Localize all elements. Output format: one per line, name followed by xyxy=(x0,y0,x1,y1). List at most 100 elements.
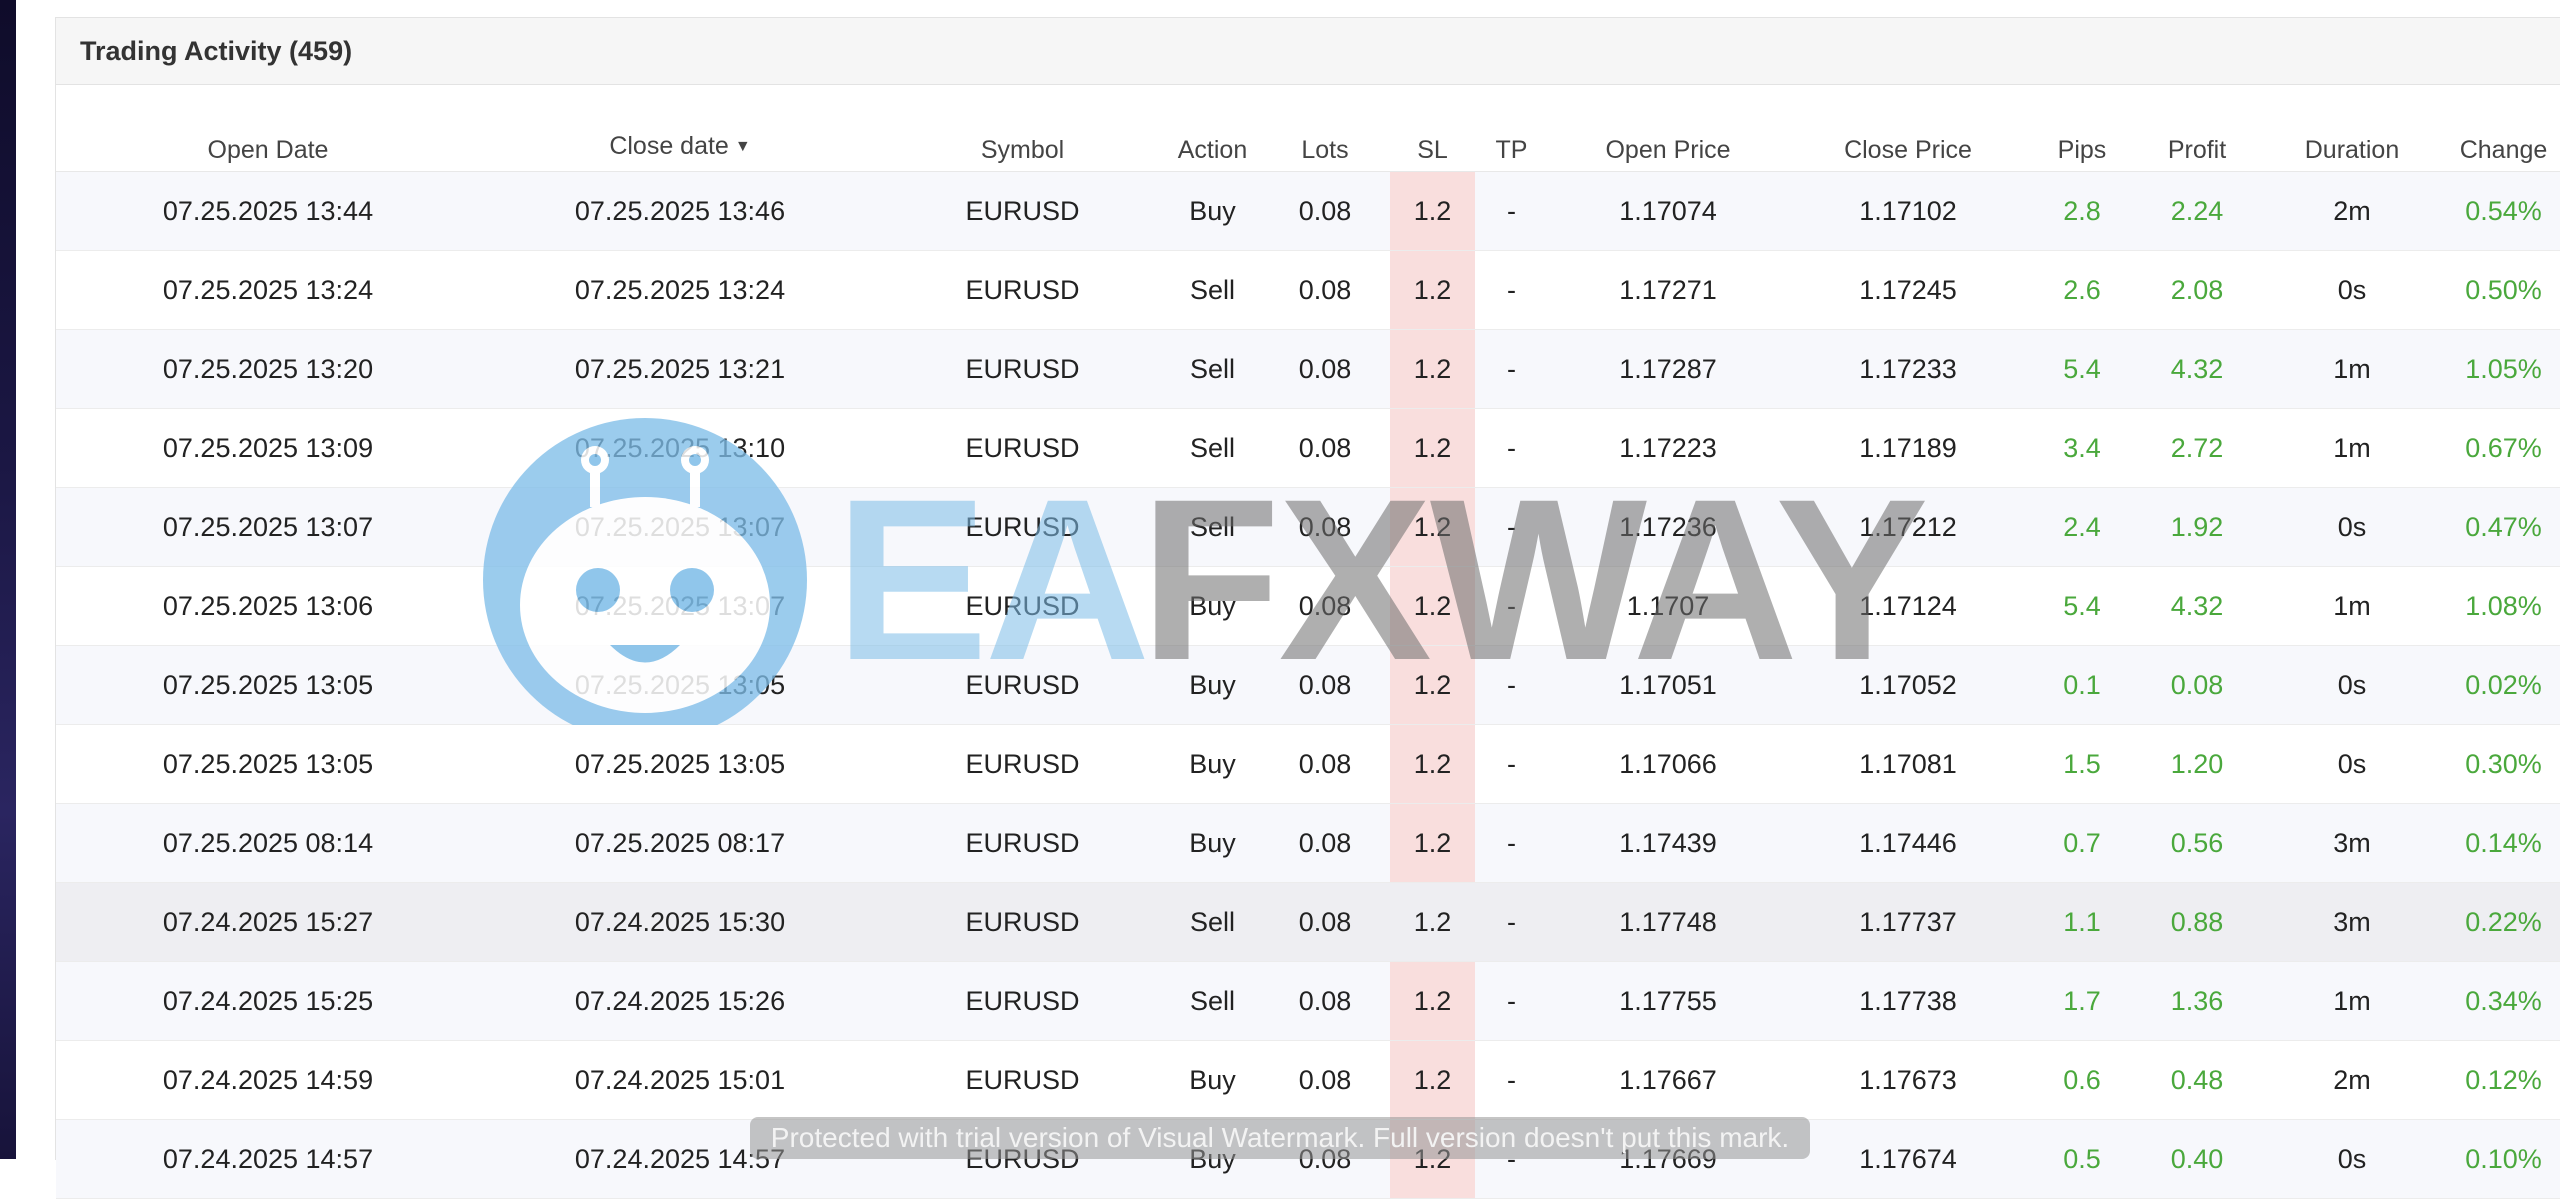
col-profit[interactable]: Profit xyxy=(2136,85,2258,172)
col-open-price[interactable]: Open Price xyxy=(1548,85,1788,172)
col-change[interactable]: Change xyxy=(2446,85,2560,172)
cell-profit: 4.32 xyxy=(2136,566,2258,646)
cell-close-date: 07.25.2025 08:17 xyxy=(480,803,880,883)
cell-duration: 2m xyxy=(2258,171,2446,251)
cell-profit: 1.92 xyxy=(2136,487,2258,567)
cell-sl: 1.2 xyxy=(1390,487,1475,567)
cell-duration: 1m xyxy=(2258,408,2446,488)
cell-close-price: 1.17738 xyxy=(1788,961,2028,1041)
cell-open-price: 1.17748 xyxy=(1548,882,1788,962)
cell-lots: 0.08 xyxy=(1260,250,1390,330)
cell-open-price: 1.17439 xyxy=(1548,803,1788,883)
cell-close-price: 1.17737 xyxy=(1788,882,2028,962)
cell-change: 0.54% xyxy=(2446,171,2560,251)
cell-pips: 0.5 xyxy=(2028,1119,2136,1199)
cell-action: Sell xyxy=(1165,882,1260,962)
cell-open-price: 1.17223 xyxy=(1548,408,1788,488)
cell-close-price: 1.17245 xyxy=(1788,250,2028,330)
cell-duration: 1m xyxy=(2258,566,2446,646)
table-row[interactable]: 07.25.2025 13:44 07.25.2025 13:46 EURUSD Bu… xyxy=(56,171,2560,251)
table-row[interactable]: 07.25.2025 13:05 07.25.2025 13:05 EURUSD Bu… xyxy=(56,724,2560,804)
cell-open-date: 07.25.2025 08:14 xyxy=(56,803,480,883)
col-pips[interactable]: Pips xyxy=(2028,85,2136,172)
cell-pips: 2.6 xyxy=(2028,250,2136,330)
cell-symbol: EURUSD xyxy=(880,803,1165,883)
cell-open-date: 07.25.2025 13:05 xyxy=(56,724,480,804)
cell-profit: 2.72 xyxy=(2136,408,2258,488)
table-row[interactable]: 07.24.2025 14:59 07.24.2025 15:01 EURUSD Bu… xyxy=(56,1040,2560,1120)
cell-tp: - xyxy=(1475,724,1548,804)
table-row[interactable]: 07.24.2025 15:25 07.24.2025 15:26 EURUSD Se… xyxy=(56,961,2560,1041)
col-sl[interactable]: SL xyxy=(1390,85,1475,172)
cell-open-date: 07.25.2025 13:05 xyxy=(56,645,480,725)
cell-symbol: EURUSD xyxy=(880,250,1165,330)
cell-change: 0.12% xyxy=(2446,1040,2560,1120)
cell-tp: - xyxy=(1475,487,1548,567)
cell-symbol: EURUSD xyxy=(880,1040,1165,1120)
cell-profit: 0.40 xyxy=(2136,1119,2258,1199)
cell-open-price: 1.1707 xyxy=(1548,566,1788,646)
col-duration[interactable]: Duration xyxy=(2258,85,2446,172)
cell-symbol: EURUSD xyxy=(880,961,1165,1041)
table-row[interactable]: 07.25.2025 13:07 07.25.2025 13:07 EURUSD Se… xyxy=(56,487,2560,567)
cell-close-date: 07.25.2025 13:21 xyxy=(480,329,880,409)
cell-action: Sell xyxy=(1165,408,1260,488)
cell-action: Buy xyxy=(1165,566,1260,646)
cell-tp: - xyxy=(1475,171,1548,251)
cell-profit: 0.48 xyxy=(2136,1040,2258,1120)
col-action[interactable]: Action xyxy=(1165,85,1260,172)
cell-duration: 3m xyxy=(2258,803,2446,883)
cell-close-price: 1.17212 xyxy=(1788,487,2028,567)
cell-action: Sell xyxy=(1165,250,1260,330)
table-row[interactable]: 07.25.2025 08:14 07.25.2025 08:17 EURUSD Bu… xyxy=(56,803,2560,883)
cell-symbol: EURUSD xyxy=(880,487,1165,567)
col-close-price[interactable]: Close Price xyxy=(1788,85,2028,172)
cell-tp: - xyxy=(1475,408,1548,488)
cell-open-price: 1.17066 xyxy=(1548,724,1788,804)
cell-tp: - xyxy=(1475,645,1548,725)
cell-sl: 1.2 xyxy=(1390,408,1475,488)
cell-pips: 1.1 xyxy=(2028,882,2136,962)
cell-open-price: 1.17051 xyxy=(1548,645,1788,725)
cell-close-date: 07.25.2025 13:10 xyxy=(480,408,880,488)
cell-action: Buy xyxy=(1165,645,1260,725)
table-row[interactable]: 07.25.2025 13:09 07.25.2025 13:10 EURUSD Se… xyxy=(56,408,2560,488)
cell-pips: 2.4 xyxy=(2028,487,2136,567)
cell-close-date: 07.24.2025 15:30 xyxy=(480,882,880,962)
cell-lots: 0.08 xyxy=(1260,645,1390,725)
table-row[interactable]: 07.25.2025 13:24 07.25.2025 13:24 EURUSD Se… xyxy=(56,250,2560,330)
cell-pips: 0.6 xyxy=(2028,1040,2136,1120)
cell-close-price: 1.17674 xyxy=(1788,1119,2028,1199)
cell-close-price: 1.17446 xyxy=(1788,803,2028,883)
cell-pips: 1.7 xyxy=(2028,961,2136,1041)
col-tp[interactable]: TP xyxy=(1475,85,1548,172)
col-symbol[interactable]: Symbol xyxy=(880,85,1165,172)
col-open-date[interactable]: Open Date xyxy=(56,85,480,172)
table-row[interactable]: 07.24.2025 15:27 07.24.2025 15:30 EURUSD Se… xyxy=(56,882,2560,962)
cell-open-price: 1.17271 xyxy=(1548,250,1788,330)
col-close-date-label: Close date xyxy=(609,132,729,160)
cell-change: 0.50% xyxy=(2446,250,2560,330)
table-row[interactable]: 07.25.2025 13:20 07.25.2025 13:21 EURUSD Se… xyxy=(56,329,2560,409)
col-lots[interactable]: Lots xyxy=(1260,85,1390,172)
trial-watermark-banner: Protected with trial version of Visual W… xyxy=(750,1117,1810,1159)
table-row[interactable]: 07.25.2025 13:05 07.25.2025 13:05 EURUSD Bu… xyxy=(56,645,2560,725)
cell-change: 0.22% xyxy=(2446,882,2560,962)
cell-tp: - xyxy=(1475,803,1548,883)
sort-desc-icon[interactable]: ▼ xyxy=(735,138,751,155)
table-row[interactable]: 07.25.2025 13:06 07.25.2025 13:07 EURUSD Bu… xyxy=(56,566,2560,646)
cell-sl: 1.2 xyxy=(1390,882,1475,962)
cell-duration: 0s xyxy=(2258,250,2446,330)
cell-profit: 4.32 xyxy=(2136,329,2258,409)
cell-pips: 1.5 xyxy=(2028,724,2136,804)
cell-tp: - xyxy=(1475,250,1548,330)
col-close-date[interactable]: Close date ▼ xyxy=(480,85,880,172)
cell-change: 0.14% xyxy=(2446,803,2560,883)
cell-symbol: EURUSD xyxy=(880,882,1165,962)
cell-open-price: 1.17287 xyxy=(1548,329,1788,409)
cell-tp: - xyxy=(1475,329,1548,409)
cell-symbol: EURUSD xyxy=(880,566,1165,646)
cell-duration: 2m xyxy=(2258,1040,2446,1120)
cell-pips: 3.4 xyxy=(2028,408,2136,488)
trading-activity-panel: Trading Activity (459) Open Date Close d… xyxy=(55,17,2560,1199)
